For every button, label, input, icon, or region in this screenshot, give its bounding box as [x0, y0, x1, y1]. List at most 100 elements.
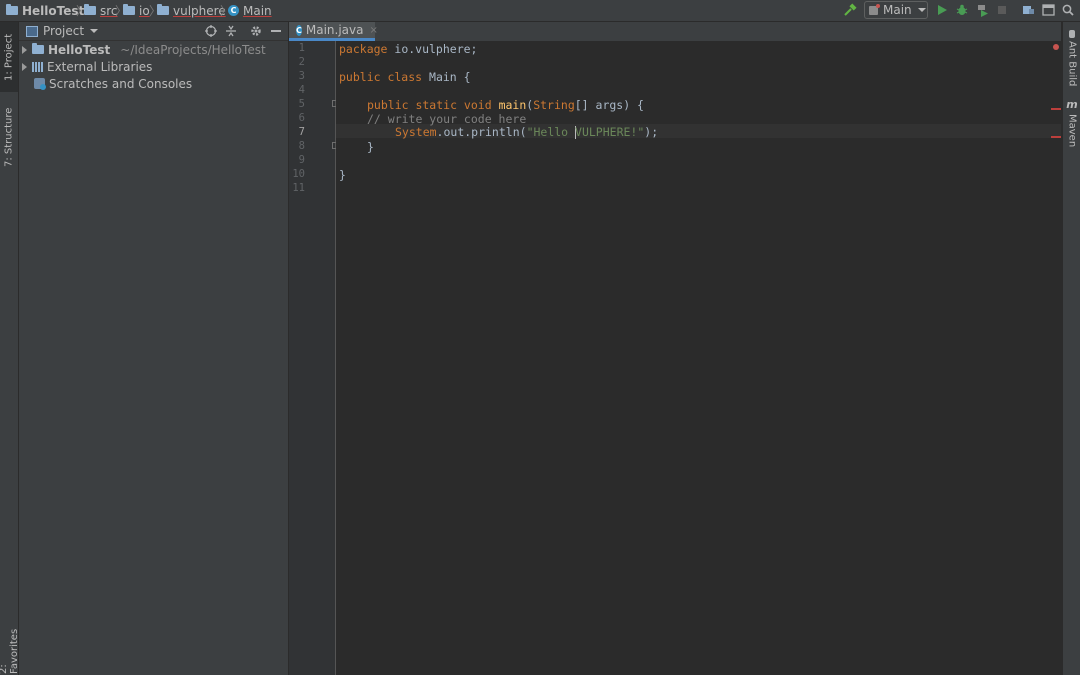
line-number: 3 [298, 70, 305, 82]
breadcrumb-main[interactable]: C Main [228, 3, 272, 18]
locate-file-icon[interactable] [203, 23, 219, 39]
tab-structure[interactable]: 7: Structure [0, 106, 18, 168]
stop-icon[interactable] [994, 2, 1010, 18]
run-config-icon [869, 3, 880, 15]
project-view-selector[interactable]: Project [26, 24, 99, 38]
tab-favorites[interactable]: 2: Favorites [0, 618, 20, 674]
tree-item-label: External Libraries [47, 59, 153, 74]
hide-panel-icon[interactable] [268, 23, 284, 39]
run-config-label: Main [883, 3, 912, 17]
terminal-layout-icon[interactable] [1040, 2, 1056, 18]
class-reference: System [395, 125, 437, 139]
libraries-icon [32, 61, 43, 72]
line-number: 1 [298, 42, 305, 54]
tree-item-label: Scratches and Consoles [49, 76, 193, 91]
class-icon: C [296, 24, 302, 36]
breadcrumb-vulphere[interactable]: vulphere [157, 3, 226, 18]
project-view-icon [26, 25, 38, 37]
code-line-3: public class Main { [339, 70, 471, 84]
maven-icon: m [1066, 98, 1078, 112]
error-stripe-mark[interactable] [1051, 136, 1061, 138]
tree-item-scratches[interactable]: Scratches and Consoles [34, 75, 192, 92]
code-line-10: } [339, 168, 346, 182]
coverage-icon[interactable] [974, 2, 990, 18]
breadcrumb-project[interactable]: HelloTest [6, 3, 84, 18]
breadcrumb-src[interactable]: src [84, 3, 118, 18]
tab-structure-label: 7: Structure [3, 107, 15, 167]
class-icon: C [228, 5, 239, 16]
line-number: 10 [292, 168, 305, 180]
line-number: 6 [298, 112, 305, 124]
code-text: } [339, 168, 346, 182]
search-icon[interactable] [1060, 2, 1076, 18]
tab-label: Main.java [305, 23, 364, 37]
string-literal: VULPHERE!" [575, 125, 645, 139]
tab-ant-build-label: Ant Build [1066, 40, 1078, 87]
tab-favorites-label: 2: Favorites [0, 628, 20, 674]
error-indicator-icon[interactable] [1053, 44, 1059, 50]
folder-icon [123, 4, 135, 15]
close-icon[interactable]: × [369, 25, 377, 36]
collapse-all-icon[interactable] [223, 23, 239, 39]
code-line-6: // write your code here [339, 112, 526, 126]
code-line-5: public static void main(String[] args) { [339, 98, 644, 112]
code-editor[interactable]: package io.vulphere; public class Main {… [336, 41, 1061, 675]
chevron-down-icon [917, 8, 926, 12]
tree-item-path: ~/IdeaProjects/HelloTest [120, 42, 266, 57]
code-text: ); [644, 125, 659, 139]
project-folder-icon [6, 4, 18, 15]
tab-maven[interactable]: m Maven [1063, 98, 1080, 148]
project-folder-icon [32, 43, 44, 54]
tree-item-label: HelloTest [48, 42, 111, 57]
line-number: 5 [298, 98, 305, 110]
code-line-1: package io.vulphere; [339, 42, 477, 56]
method-name: main [498, 98, 527, 112]
tab-maven-label: Maven [1066, 114, 1078, 148]
keyword: package [339, 42, 388, 56]
code-line-8: } [339, 140, 374, 154]
tree-item-hellotest[interactable]: HelloTest ~/IdeaProjects/HelloTest [22, 41, 266, 58]
tab-project-label: 1: Project [3, 33, 15, 81]
build-hammer-icon[interactable] [842, 2, 858, 18]
scratches-icon [34, 78, 46, 90]
navigation-bar: HelloTest 〉 src 〉 io 〉 vulphere 〉 C Main… [0, 0, 1080, 22]
folder-icon [157, 4, 169, 15]
line-number: 9 [298, 154, 305, 166]
editor-gutter: 1 2 3 4 5 6 7 8 9 10 11 [289, 41, 338, 675]
editor-tab-bar: C Main.java × [289, 22, 1061, 42]
string-literal: "Hello [526, 125, 576, 139]
breadcrumb-io[interactable]: io [123, 3, 150, 18]
debug-icon[interactable] [954, 2, 970, 18]
error-stripe-mark[interactable] [1051, 108, 1061, 110]
folder-icon [84, 4, 96, 15]
line-number: 11 [292, 182, 305, 194]
gear-icon[interactable] [248, 23, 264, 39]
ant-icon [1069, 29, 1075, 38]
project-panel-header: Project [19, 22, 288, 41]
tab-ant-build[interactable]: Ant Build [1063, 28, 1080, 88]
left-tool-stripe: 1: Project 7: Structure 2: Favorites [0, 22, 20, 675]
expand-arrow-icon [22, 62, 27, 71]
comment: // write your code here [367, 112, 527, 126]
code-text: .out.println( [436, 125, 527, 139]
code-text: [] args) { [574, 98, 644, 112]
tree-item-external-libraries[interactable]: External Libraries [22, 58, 152, 75]
project-tool-window: Project HelloTest ~/IdeaProjects/HelloTe… [19, 22, 289, 675]
code-line-7: System.out.println("Hello VULPHERE!"); [339, 125, 658, 139]
chevron-down-icon [90, 29, 99, 33]
expand-arrow-icon [22, 45, 27, 54]
run-icon[interactable] [934, 2, 950, 18]
code-text: io.vulphere; [387, 42, 478, 56]
line-number: 2 [298, 56, 305, 68]
right-tool-stripe: Ant Build m Maven [1062, 22, 1080, 675]
code-text: Main { [422, 70, 471, 84]
project-panel-title: Project [43, 24, 85, 38]
line-number-current: 7 [298, 126, 305, 138]
keyword: public static void [367, 98, 492, 112]
line-number: 8 [298, 140, 305, 152]
project-structure-icon[interactable] [1020, 2, 1036, 18]
run-configuration-select[interactable]: Main [864, 1, 928, 19]
keyword: public class [339, 70, 423, 84]
tab-project[interactable]: 1: Project [0, 22, 18, 92]
tab-main-java[interactable]: C Main.java × [289, 22, 378, 41]
